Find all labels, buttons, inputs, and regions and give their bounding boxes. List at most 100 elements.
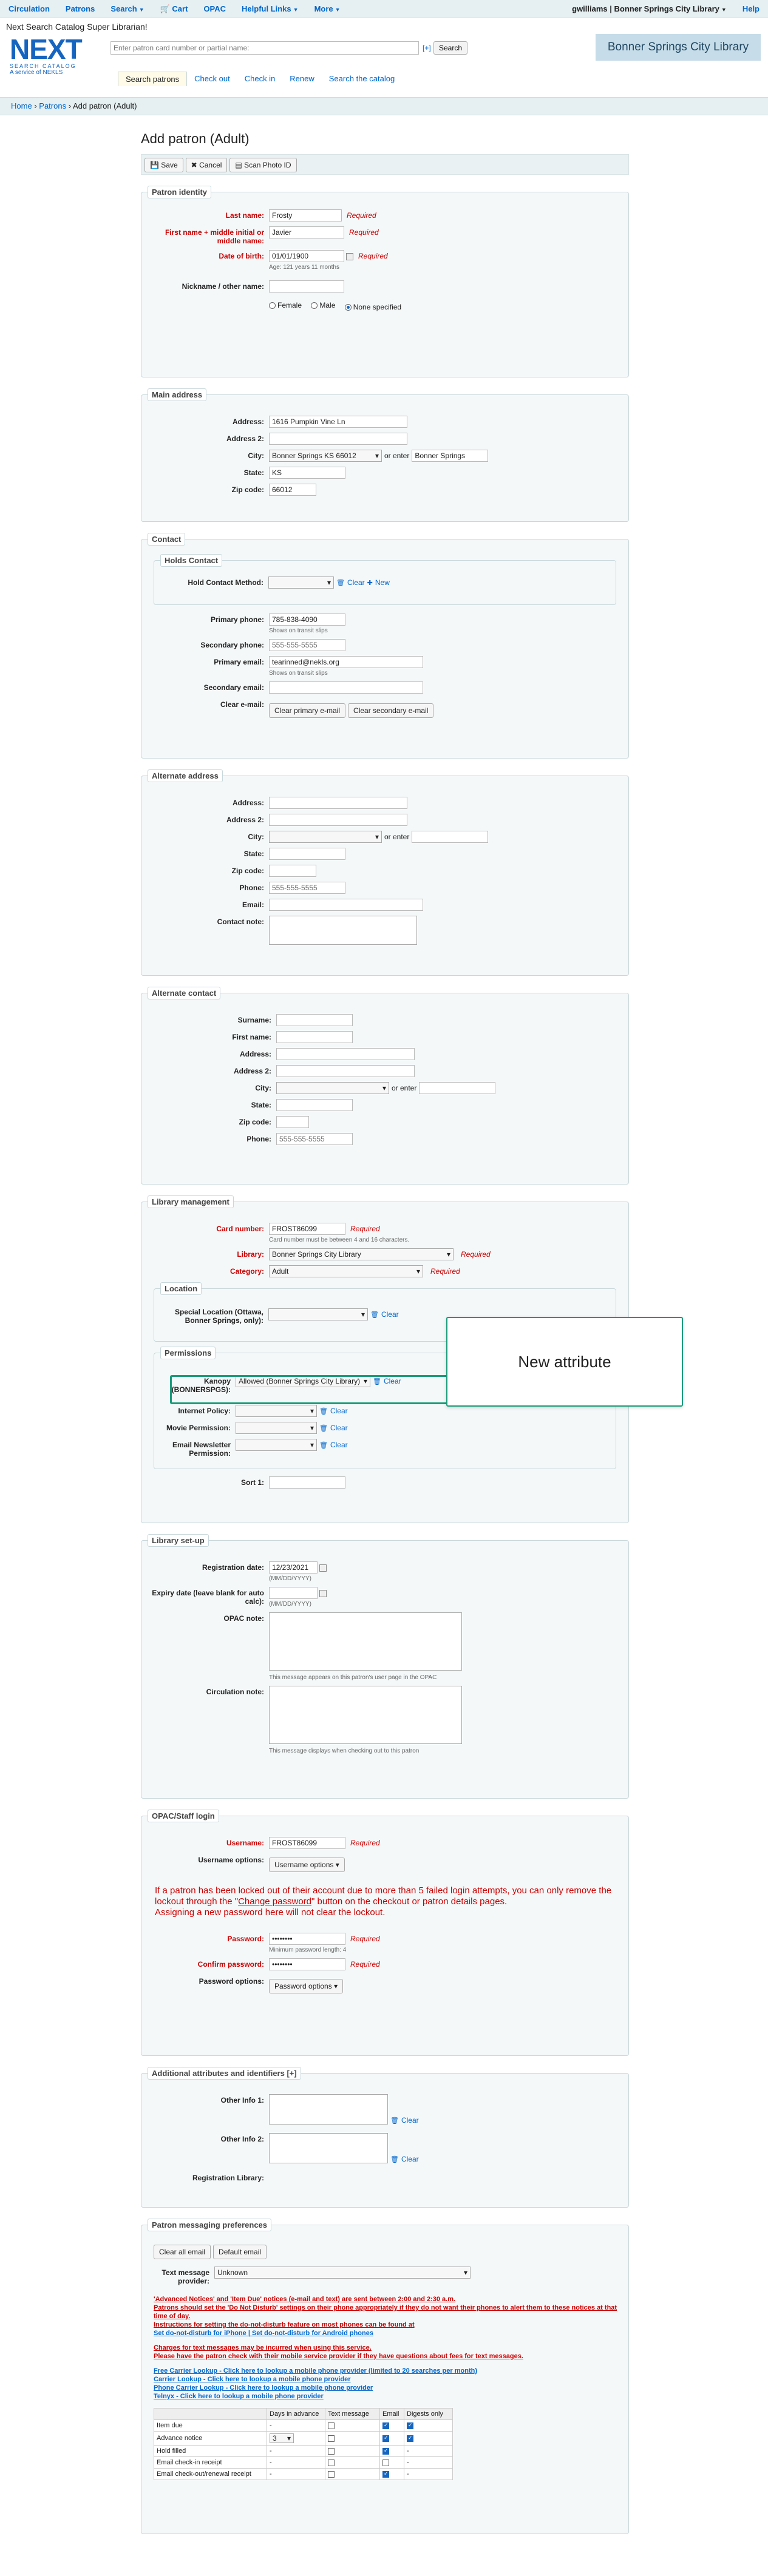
secondary-email-input[interactable] <box>269 681 423 694</box>
tab-renew[interactable]: Renew <box>282 72 321 86</box>
confirm-password-input[interactable] <box>269 1958 345 1970</box>
email-checkbox[interactable] <box>382 2435 389 2442</box>
first-name-input[interactable] <box>269 226 344 238</box>
days-in-advance-select[interactable]: 3 ▾ <box>270 2433 294 2443</box>
nav-help[interactable]: Help <box>743 4 760 13</box>
movie-permission-select[interactable]: ▾ <box>236 1422 317 1434</box>
default-email-button[interactable]: Default email <box>213 2245 267 2259</box>
alt-city-select[interactable]: ▾ <box>269 831 382 843</box>
altc-phone-input[interactable] <box>276 1133 353 1145</box>
email-checkbox[interactable] <box>382 2470 389 2478</box>
text-provider-select[interactable]: Unknown ▾ <box>214 2267 471 2279</box>
clear-internet-policy-link[interactable]: Clear <box>330 1407 348 1415</box>
plus-icon[interactable]: ✚ <box>367 579 373 587</box>
clear-all-email-button[interactable]: Clear all email <box>154 2245 211 2259</box>
breadcrumb-home[interactable]: Home <box>11 101 32 110</box>
altc-address-input[interactable] <box>276 1048 415 1060</box>
breadcrumb-patrons[interactable]: Patrons <box>39 101 66 110</box>
carrier-lookup-link[interactable]: Telnyx - Click here to lookup a mobile p… <box>154 2392 622 2401</box>
email-checkbox[interactable] <box>382 2422 389 2429</box>
tab-search-patrons[interactable]: Search patrons <box>118 72 188 86</box>
altc-state-input[interactable] <box>276 1099 353 1111</box>
alt-surname-input[interactable] <box>276 1014 353 1026</box>
cancel-button[interactable]: ✖ Cancel <box>185 158 228 172</box>
next-logo[interactable]: NEXT SEARCH CATALOG A service of NEKLS <box>10 35 107 78</box>
text-message-checkbox[interactable] <box>328 2470 335 2478</box>
tab-check-out[interactable]: Check out <box>187 72 237 86</box>
text-message-checkbox[interactable] <box>328 2447 335 2455</box>
alt-email-input[interactable] <box>269 899 423 911</box>
username-input[interactable] <box>269 1837 345 1849</box>
altc-city-select[interactable]: ▾ <box>276 1082 389 1094</box>
carrier-lookup-link[interactable]: Phone Carrier Lookup - Click here to loo… <box>154 2384 622 2392</box>
newsletter-permission-select[interactable]: ▾ <box>236 1439 317 1451</box>
dnd-links[interactable]: Set do-not-disturb for iPhone | Set do-n… <box>154 2329 622 2338</box>
email-checkbox[interactable] <box>382 2459 389 2466</box>
clear-primary-email-button[interactable]: Clear primary e-mail <box>269 703 346 718</box>
digest-checkbox[interactable] <box>407 2422 413 2429</box>
nav-cart[interactable]: 🛒 Cart <box>160 4 188 14</box>
save-button[interactable]: 💾 Save <box>144 158 183 172</box>
primary-phone-input[interactable] <box>269 614 345 626</box>
alt-state-input[interactable] <box>269 848 345 860</box>
username-options-button[interactable]: Username options ▾ <box>269 1858 345 1872</box>
text-message-checkbox[interactable] <box>328 2422 335 2429</box>
city-select[interactable]: Bonner Springs KS 66012 ▾ <box>269 450 382 462</box>
email-checkbox[interactable] <box>382 2447 389 2455</box>
alt-zip-input[interactable] <box>269 865 316 877</box>
opac-note-textarea[interactable] <box>269 1612 462 1671</box>
trash-icon[interactable]: 🗑 <box>390 2155 399 2163</box>
trash-icon[interactable]: 🗑 <box>370 1311 379 1319</box>
advanced-search-toggle[interactable]: [+] <box>423 44 431 52</box>
nav-user[interactable]: gwilliams | Bonner Springs City Library ▼ <box>572 4 727 13</box>
clear-hold-method-link[interactable]: Clear <box>347 578 365 587</box>
calendar-icon[interactable] <box>319 1589 327 1597</box>
category-select[interactable]: Adult ▾ <box>269 1265 423 1277</box>
carrier-lookup-link[interactable]: Carrier Lookup - Click here to lookup a … <box>154 2375 622 2384</box>
registration-date-input[interactable] <box>269 1561 318 1574</box>
nav-more[interactable]: More ▼ <box>314 4 341 13</box>
trash-icon[interactable]: 🗑 <box>390 2117 399 2125</box>
alt-address2-input[interactable] <box>269 814 407 826</box>
circulation-note-textarea[interactable] <box>269 1686 462 1744</box>
scan-photo-id-button[interactable]: ▤ Scan Photo ID <box>229 158 297 172</box>
primary-email-input[interactable] <box>269 656 423 668</box>
altc-address2-input[interactable] <box>276 1065 415 1077</box>
calendar-icon[interactable] <box>346 252 353 260</box>
state-input[interactable] <box>269 467 345 479</box>
address-input[interactable] <box>269 416 407 428</box>
new-hold-method-link[interactable]: New <box>375 578 390 587</box>
trash-icon[interactable]: 🗑 <box>319 1441 328 1449</box>
password-options-button[interactable]: Password options ▾ <box>269 1979 344 1993</box>
nav-search[interactable]: Search ▼ <box>110 4 144 13</box>
gender-none-radio[interactable]: None specified <box>344 303 401 311</box>
clear-other-info-1-link[interactable]: Clear <box>401 2116 419 2125</box>
contact-note-textarea[interactable] <box>269 916 417 945</box>
nav-circulation[interactable]: Circulation <box>8 4 50 13</box>
nav-patrons[interactable]: Patrons <box>66 4 95 13</box>
digest-checkbox[interactable] <box>407 2435 413 2442</box>
carrier-lookup-link[interactable]: Free Carrier Lookup - Click here to look… <box>154 2367 622 2375</box>
sort1-input[interactable] <box>269 1476 345 1489</box>
library-select[interactable]: Bonner Springs City Library ▾ <box>269 1248 454 1260</box>
trash-icon[interactable]: 🗑 <box>319 1424 328 1432</box>
expiry-date-input[interactable] <box>269 1587 318 1599</box>
special-location-select[interactable]: ▾ <box>268 1308 368 1320</box>
nav-opac[interactable]: OPAC <box>203 4 226 13</box>
secondary-phone-input[interactable] <box>269 639 345 651</box>
other-info-1-textarea[interactable] <box>269 2094 388 2125</box>
tab-search-catalog[interactable]: Search the catalog <box>322 72 402 86</box>
clear-special-location-link[interactable]: Clear <box>381 1310 399 1319</box>
card-number-input[interactable] <box>269 1223 345 1235</box>
nav-helpful-links[interactable]: Helpful Links ▼ <box>242 4 299 13</box>
altc-zip-input[interactable] <box>276 1116 309 1128</box>
password-input[interactable] <box>269 1933 345 1945</box>
last-name-input[interactable] <box>269 209 342 221</box>
city-input[interactable] <box>412 450 489 462</box>
other-info-2-textarea[interactable] <box>269 2133 388 2163</box>
trash-icon[interactable]: 🗑 <box>336 579 345 587</box>
alt-address-input[interactable] <box>269 797 407 809</box>
nickname-input[interactable] <box>269 280 344 292</box>
internet-policy-select[interactable]: ▾ <box>236 1405 317 1417</box>
address2-input[interactable] <box>269 433 407 445</box>
